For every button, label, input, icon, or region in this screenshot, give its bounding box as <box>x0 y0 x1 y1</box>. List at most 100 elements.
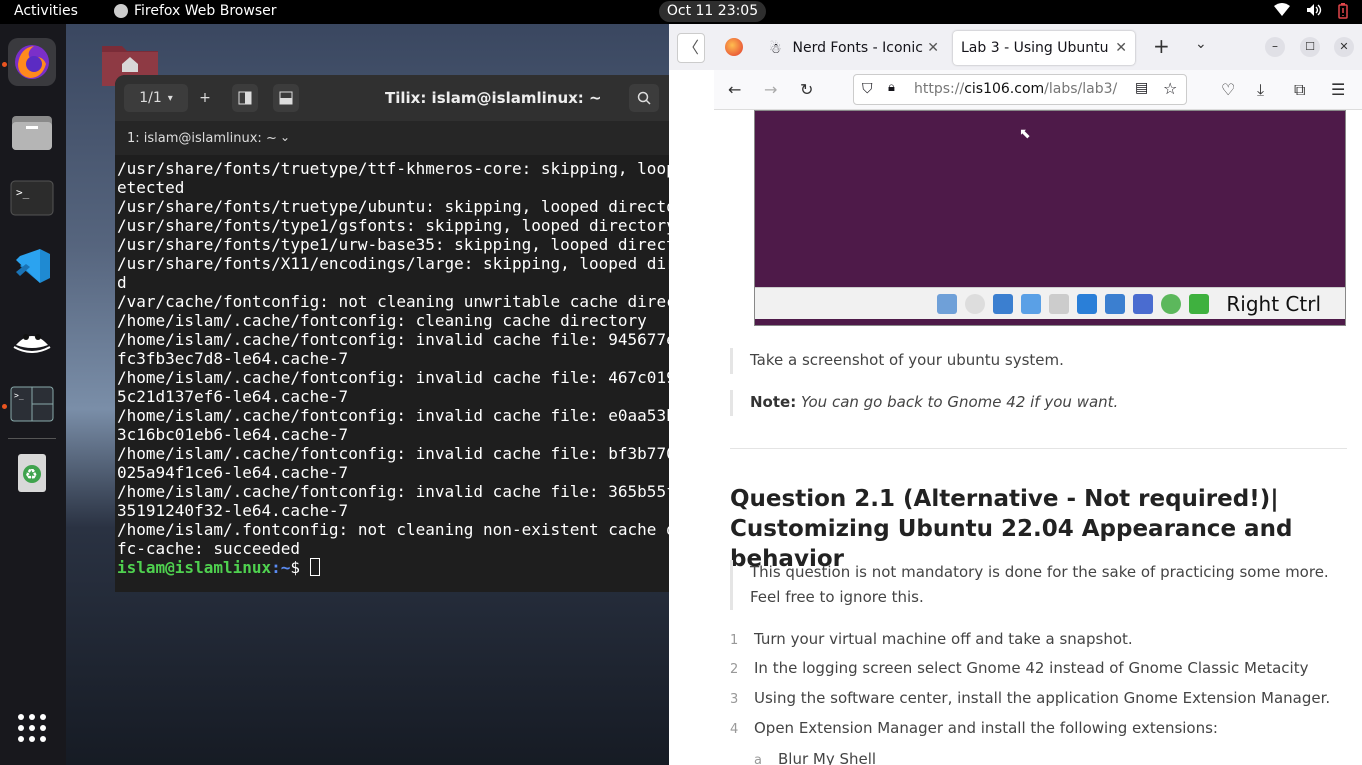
show-apps-icon[interactable] <box>8 704 56 752</box>
list-text: Turn your virtual machine off and take a… <box>754 630 1133 648</box>
svg-text:♻: ♻ <box>25 467 38 483</box>
bookmark-star-icon[interactable]: ☆ <box>1163 79 1177 98</box>
downloads-icon[interactable]: ⤓ <box>1257 80 1264 100</box>
list-item: 1 Turn your virtual machine off and take … <box>730 630 1133 648</box>
list-item: 2 In the logging screen select Gnome 42 i… <box>730 659 1308 677</box>
wifi-icon[interactable] <box>1274 3 1290 23</box>
terminal-line: d <box>117 273 127 292</box>
terminal-line: /home/islam/.cache/fontconfig: invalid c… <box>117 444 695 463</box>
split-right-button[interactable] <box>232 84 258 112</box>
vm-capture-icon <box>1105 294 1125 314</box>
back-arrow-icon[interactable]: ← <box>728 80 741 99</box>
vm-display-icon <box>1077 294 1097 314</box>
new-tab-button[interactable]: + <box>1153 34 1170 58</box>
terminal-title-label: 1: islam@islamlinux: ~ <box>127 131 277 146</box>
tilix-icon[interactable]: >_ <box>8 380 56 428</box>
search-button[interactable] <box>629 84 659 112</box>
window-title: Tilix: islam@islamlinux: ~ <box>385 89 602 107</box>
minimize-button[interactable]: – <box>1265 37 1285 57</box>
close-icon[interactable]: ✕ <box>927 40 939 56</box>
vm-vt-icon <box>1133 294 1153 314</box>
terminal-line: /usr/share/fonts/X11/encodings/large: sk… <box>117 254 695 273</box>
terminal-line: /usr/share/fonts/truetype/ttf-khmeros-co… <box>117 159 695 178</box>
system-tray[interactable] <box>1274 3 1348 23</box>
list-number: 3 <box>730 692 739 707</box>
split-down-icon <box>279 91 293 105</box>
tab-bar: 〈 ☃ Nerd Fonts - Iconic f ✕ Lab 3 - Usin… <box>669 24 1362 70</box>
split-right-icon <box>238 91 252 105</box>
terminal-line: /home/islam/.cache/fontconfig: invalid c… <box>117 406 695 425</box>
terminal-line: /home/islam/.fontconfig: not cleaning no… <box>117 520 695 539</box>
note-label: Note: <box>750 393 797 411</box>
terminal-line: /home/islam/.cache/fontconfig: cleaning … <box>117 311 647 330</box>
forward-arrow-icon[interactable]: → <box>764 80 777 99</box>
list-item: 3 Using the software center, install the … <box>730 689 1330 707</box>
svg-text:>_: >_ <box>16 186 30 199</box>
reader-view-icon[interactable]: ▤ <box>1135 80 1148 96</box>
session-counter: 1/1 <box>139 90 162 106</box>
url-path: /labs/lab3/ <box>1044 81 1118 97</box>
svg-text:>_: >_ <box>14 391 24 400</box>
terminal-line: etected <box>117 178 185 197</box>
files-icon[interactable] <box>8 108 56 156</box>
prompt-symbol: $ <box>290 558 310 577</box>
dock: >_ >_ ♻ <box>0 24 66 765</box>
lock-icon[interactable]: 🔒︎ <box>888 80 895 95</box>
tracking-shield-icon[interactable]: ⛉ <box>862 81 873 97</box>
firefox-icon[interactable] <box>8 38 56 86</box>
vm-statusbar: Right Ctrl <box>755 287 1345 319</box>
app-menu[interactable]: Firefox Web Browser <box>114 3 277 19</box>
clock[interactable]: Oct 11 23:05 <box>659 1 766 22</box>
firefox-view-icon[interactable] <box>725 38 743 56</box>
blockquote-optional: This question is not mandatory is done f… <box>730 560 1340 610</box>
tab-lab3[interactable]: Lab 3 - Using Ubuntu | L ✕ <box>953 31 1135 65</box>
terminal-line: 5c21d137ef6-le64.cache-7 <box>117 387 349 406</box>
list-text: Blur My Shell <box>778 750 877 765</box>
terminal-line: /usr/share/fonts/truetype/ubuntu: skippi… <box>117 197 695 216</box>
mascot-app-icon[interactable] <box>8 314 56 362</box>
terminal-line: 3c16bc01eb6-le64.cache-7 <box>117 425 349 444</box>
close-icon[interactable]: ✕ <box>1115 40 1127 56</box>
close-window-button[interactable]: ✕ <box>1334 37 1354 57</box>
vm-keyboard-icon <box>1189 294 1209 314</box>
app-menu-icon[interactable]: ☰ <box>1331 80 1345 99</box>
url-text[interactable]: https://cis106.com/labs/lab3/ <box>914 81 1117 97</box>
extensions-icon[interactable]: ⧉ <box>1294 80 1305 100</box>
session-switcher-button[interactable]: 1/1 ▾ <box>124 84 188 112</box>
battery-icon[interactable] <box>1338 3 1348 23</box>
terminal-titlebar[interactable]: 1: islam@islamlinux: ~ ⌄ <box>115 121 714 155</box>
terminal-line: /var/cache/fontconfig: not cleaning unwr… <box>117 292 695 311</box>
list-number: 2 <box>730 662 739 677</box>
terminal-line: fc3fb3ec7d8-le64.cache-7 <box>117 349 349 368</box>
pocket-icon[interactable]: ♡ <box>1221 80 1235 99</box>
terminal-line: fc-cache: succeeded <box>117 539 301 558</box>
add-session-button[interactable]: + <box>193 84 217 112</box>
list-number: a <box>754 753 762 765</box>
vm-usb-icon <box>1021 294 1041 314</box>
tab-nerd-fonts[interactable]: ☃ Nerd Fonts - Iconic f ✕ <box>761 31 947 65</box>
navigation-toolbar: ← → ↻ ⛉ 🔒︎ https://cis106.com/labs/lab3/… <box>714 70 1362 110</box>
dock-separator <box>8 438 56 439</box>
terminal-line: /usr/share/fonts/type1/gsfonts: skipping… <box>117 216 695 235</box>
reload-icon[interactable]: ↻ <box>800 80 813 99</box>
page-content[interactable]: Right Ctrl Take a screenshot of your ubu… <box>715 110 1362 765</box>
chevron-down-icon[interactable]: ⌄ <box>280 130 290 144</box>
split-down-button[interactable] <box>273 84 299 112</box>
firefox-small-icon <box>114 4 128 18</box>
url-bar[interactable]: ⛉ 🔒︎ https://cis106.com/labs/lab3/ ▤ ☆ <box>853 74 1187 105</box>
terminal-prompt[interactable]: islam@islamlinux:~$ <box>117 558 714 577</box>
blockquote-screenshot: Take a screenshot of your ubuntu system. <box>730 348 1064 374</box>
list-all-tabs-icon[interactable]: ⌄ <box>1195 36 1207 52</box>
blockquote-text: Take a screenshot of your ubuntu system. <box>750 351 1064 369</box>
terminal-line: 025a94f1ce6-le64.cache-7 <box>117 463 349 482</box>
activities-button[interactable]: Activities <box>14 3 78 19</box>
trash-icon[interactable]: ♻ <box>8 448 56 496</box>
terminal-output[interactable]: /usr/share/fonts/truetype/ttf-khmeros-co… <box>117 159 714 577</box>
volume-icon[interactable] <box>1306 3 1322 23</box>
terminal-icon[interactable]: >_ <box>8 174 56 222</box>
tab-list-scroll-button[interactable]: 〈 <box>677 33 705 63</box>
chevron-down-icon: ▾ <box>167 92 173 104</box>
maximize-button[interactable]: ☐ <box>1300 37 1320 57</box>
vscode-icon[interactable] <box>8 242 56 290</box>
tab-label: Nerd Fonts - Iconic f <box>792 40 928 56</box>
